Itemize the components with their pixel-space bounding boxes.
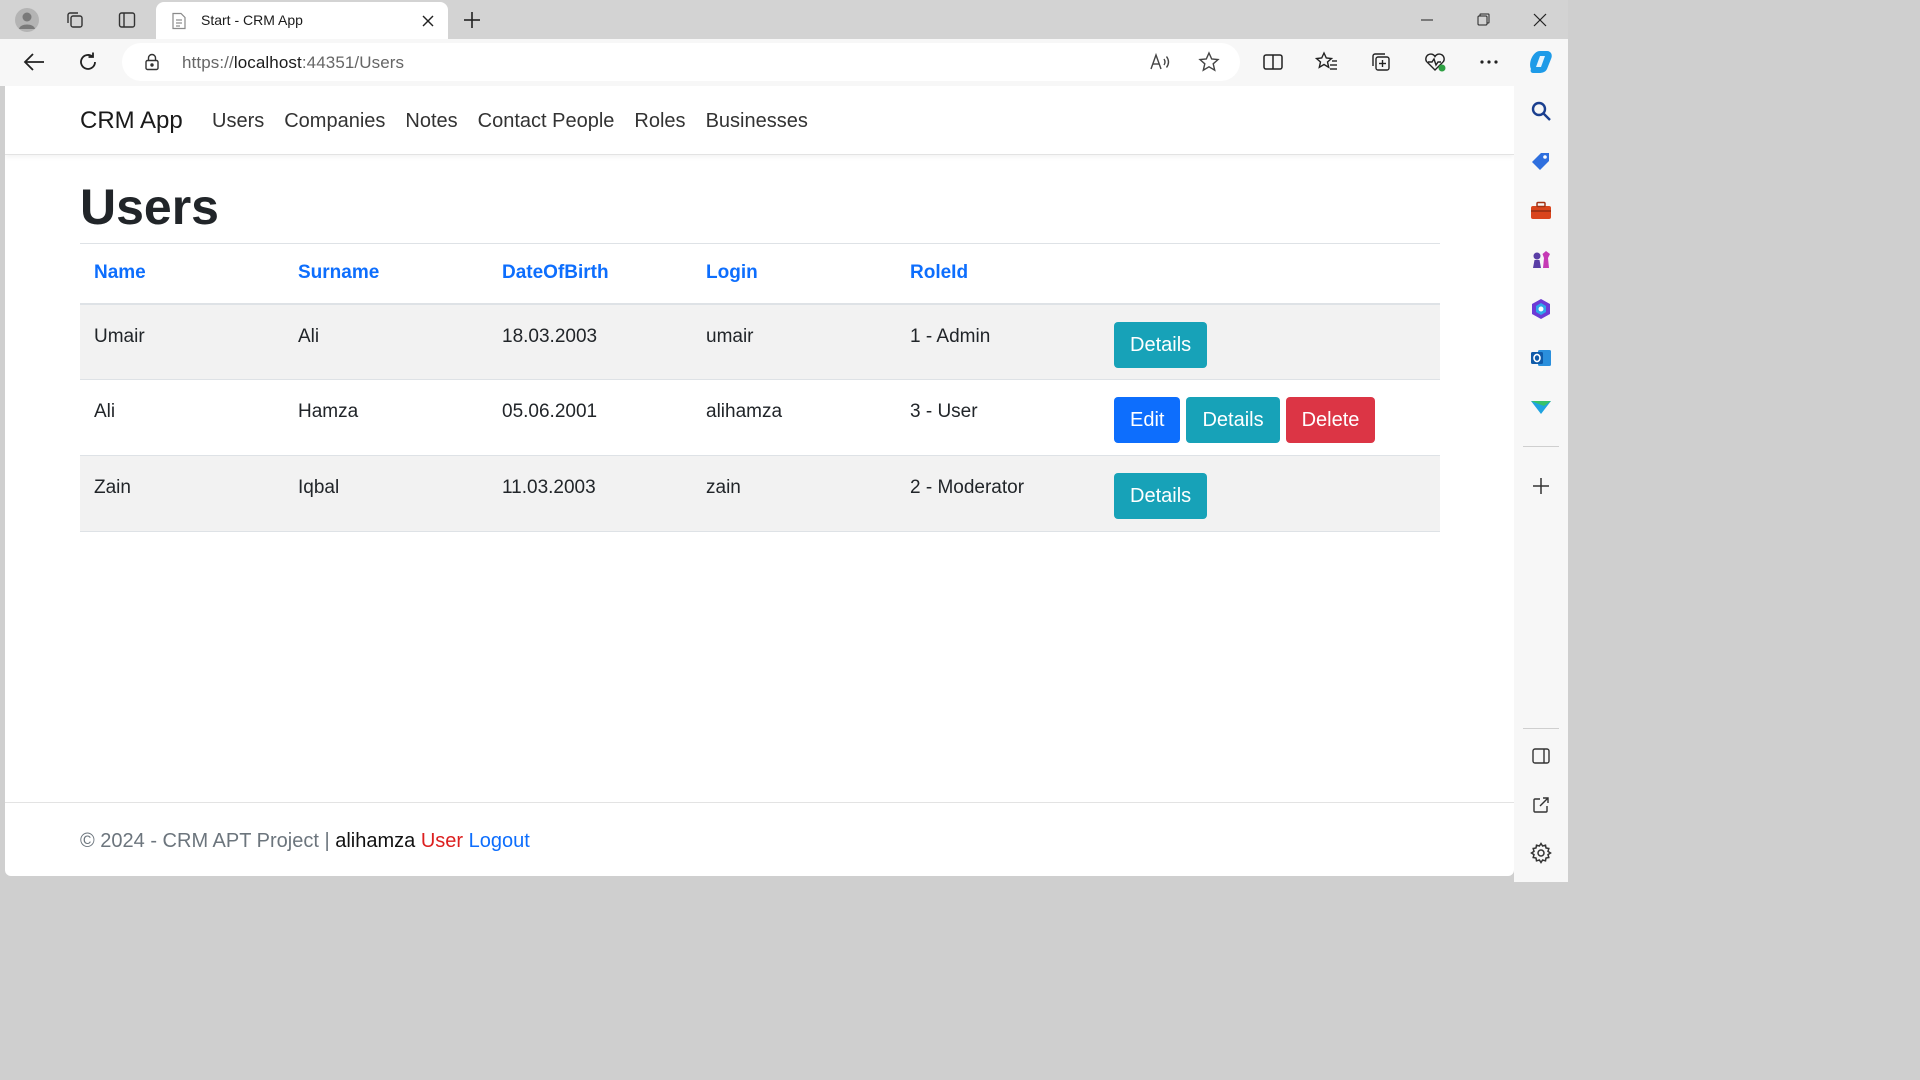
address-bar[interactable]: https://localhost:44351/Users [122,43,1240,81]
browser-essentials-icon[interactable] [1417,46,1453,78]
page-viewport: CRM App Users Companies Notes Contact Pe… [5,86,1514,876]
users-table: Name Surname DateOfBirth Login RoleId Um… [80,243,1440,532]
settings-gear-icon[interactable] [1526,838,1556,868]
column-header-login[interactable]: Login [692,243,896,305]
footer-text: © 2024 - CRM APT Project | alihamza User… [80,830,530,853]
nav-link-notes[interactable]: Notes [405,110,457,133]
page-title: Users [80,179,219,235]
details-button[interactable]: Details [1114,321,1208,368]
table-row: Zain Iqbal 11.03.2003 zain 2 - Moderator… [80,455,1440,532]
open-external-icon[interactable] [1526,790,1556,820]
cell-role-link[interactable]: 2 - Moderator [896,456,1100,532]
cell-login: zain [706,477,741,498]
sidebar-separator [1523,446,1559,447]
page-favicon-icon [170,12,188,35]
more-options-icon[interactable] [1471,46,1507,78]
browser-toolbar: https://localhost:44351/Users [0,39,1568,86]
cell-actions: Edit Details Delete [1100,380,1440,456]
table-header-row: Name Surname DateOfBirth Login RoleId [80,243,1440,305]
minimize-icon[interactable] [1399,0,1455,39]
split-screen-icon[interactable] [1255,46,1291,78]
column-header-dateofbirth[interactable]: DateOfBirth [488,243,692,305]
column-header-surname[interactable]: Surname [284,243,488,305]
cell-name: Ali [94,401,116,422]
cell-dob: 18.03.2003 [502,325,598,347]
workspaces-icon[interactable] [58,4,92,36]
back-icon[interactable] [16,46,52,78]
cell-actions: Details [1100,304,1440,380]
add-sidebar-app-icon[interactable] [1526,471,1556,501]
footer-username: alihamza [335,830,416,852]
cell-surname: Iqbal [298,477,340,498]
sidebar-separator [1523,728,1559,729]
cell-surname: Hamza [298,401,359,422]
table-row: Ali Hamza 05.06.2001 alihamza 3 - User E… [80,380,1440,456]
new-tab-icon[interactable] [456,4,488,36]
page-footer: © 2024 - CRM APT Project | alihamza User… [5,802,1514,876]
nav-link-roles[interactable]: Roles [634,110,685,133]
cell-role-link[interactable]: 1 - Admin [896,304,1100,380]
drop-send-icon[interactable] [1526,392,1556,422]
tools-briefcase-icon[interactable] [1526,196,1556,226]
column-header-roleid[interactable]: RoleId [896,243,1100,305]
browser-titlebar: Start - CRM App [0,0,1568,39]
delete-button[interactable]: Delete [1285,397,1376,443]
cell-surname: Ali [298,325,320,347]
tab-actions-icon[interactable] [110,4,144,36]
logout-link[interactable]: Logout [469,830,530,852]
footer-copyright: © 2024 - CRM APT Project | [80,830,330,852]
top-navbar: CRM App Users Companies Notes Contact Pe… [5,86,1514,155]
browser-tab-active[interactable]: Start - CRM App [156,2,448,39]
cell-login: umair [706,325,754,347]
nav-link-contact-people[interactable]: Contact People [478,110,615,133]
cell-name: Zain [94,477,131,498]
search-icon[interactable] [1526,96,1556,126]
hide-sidebar-icon[interactable] [1526,741,1556,771]
microsoft-365-icon[interactable] [1526,294,1556,324]
restore-icon[interactable] [1455,0,1511,39]
favorites-icon[interactable] [1309,46,1345,78]
column-header-actions [1100,243,1440,305]
read-aloud-icon[interactable] [1145,49,1175,75]
details-button[interactable]: Details [1114,473,1208,519]
profile-avatar-icon[interactable] [10,4,44,36]
copilot-icon[interactable] [1522,46,1558,78]
cell-login: alihamza [706,401,783,422]
cell-dob: 05.06.2001 [502,401,598,422]
edit-button[interactable]: Edit [1114,397,1181,443]
refresh-icon[interactable] [70,46,106,78]
nav-link-users[interactable]: Users [212,110,264,133]
games-chess-icon[interactable] [1526,245,1556,275]
edge-sidebar [1514,86,1568,882]
shopping-tag-icon[interactable] [1526,146,1556,176]
table-row: Umair Ali 18.03.2003 umair 1 - Admin Det… [80,303,1440,380]
details-button[interactable]: Details [1186,397,1280,443]
cell-actions: Details [1100,456,1440,532]
tab-title: Start - CRM App [201,12,303,28]
column-header-name[interactable]: Name [80,243,284,305]
lock-icon[interactable] [144,53,160,76]
nav-link-companies[interactable]: Companies [284,110,385,133]
nav-links: Users Companies Notes Contact People Rol… [212,110,808,133]
footer-role: User [420,830,464,852]
cell-name: Umair [94,325,145,347]
brand-link[interactable]: CRM App [80,107,183,135]
cell-role-link[interactable]: 3 - User [896,380,1100,456]
cell-dob: 11.03.2003 [502,477,596,498]
favorite-star-icon[interactable] [1194,49,1224,75]
collections-icon[interactable] [1363,46,1399,78]
close-window-icon[interactable] [1512,0,1568,39]
url-text[interactable]: https://localhost:44351/Users [182,53,404,73]
outlook-icon[interactable] [1526,343,1556,373]
close-tab-icon[interactable] [416,9,440,33]
nav-link-businesses[interactable]: Businesses [706,110,808,133]
